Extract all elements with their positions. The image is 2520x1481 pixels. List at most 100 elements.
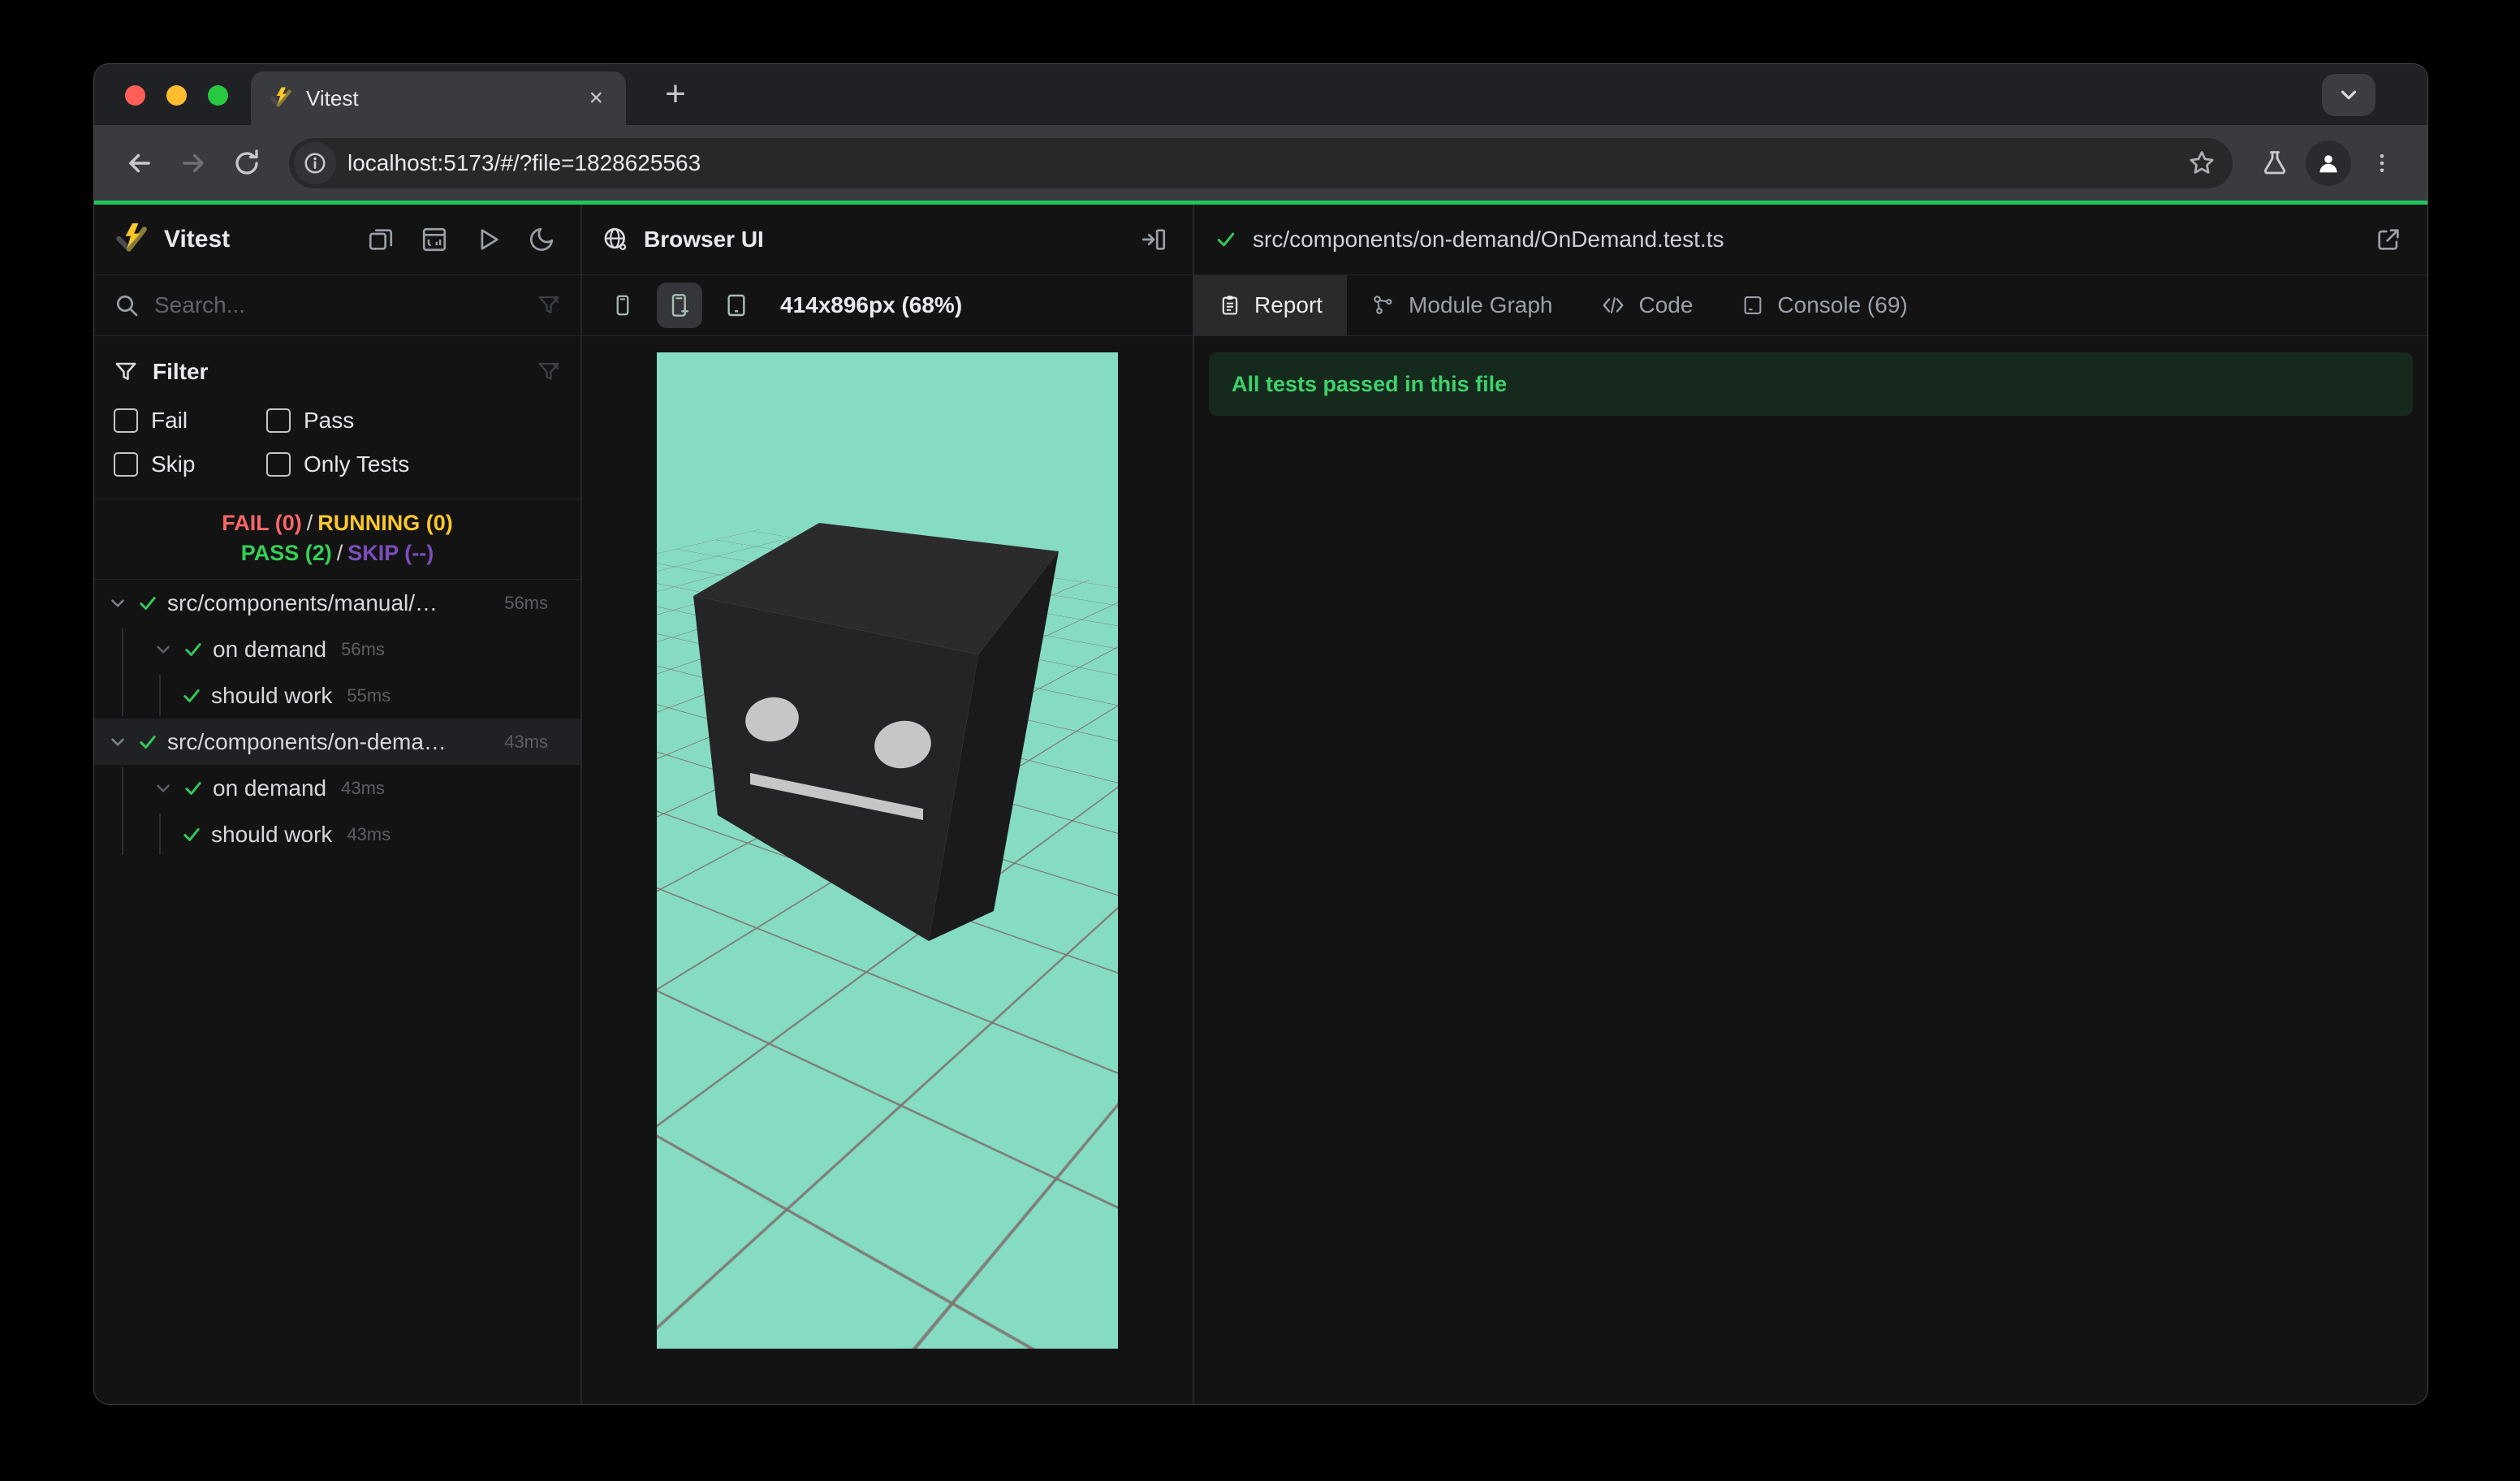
browser-ui-panel: Browser UI 414x896px (68%) (582, 205, 1194, 1404)
pass-check-icon (140, 735, 156, 749)
chevron-down-icon[interactable] (153, 639, 174, 660)
tab-strip: Vitest × + (94, 64, 2427, 125)
funnel-icon (114, 360, 138, 384)
window-controls (125, 85, 228, 106)
checkbox[interactable] (266, 408, 291, 433)
device-tablet-button[interactable] (714, 283, 759, 328)
device-phone-plus-button[interactable] (657, 283, 702, 328)
panel-title: Browser UI (644, 227, 764, 252)
skip-count: SKIP (--) (347, 541, 434, 565)
filter-checkbox-fail[interactable]: Fail (114, 408, 266, 434)
dark-mode-moon-icon[interactable] (522, 220, 561, 259)
checkbox[interactable] (114, 408, 138, 433)
test-viewport-iframe[interactable] (657, 352, 1118, 1349)
chevron-down-icon[interactable] (107, 593, 128, 614)
expand-panel-icon[interactable] (1134, 220, 1173, 259)
search-input[interactable]: Search... (154, 292, 522, 318)
pass-check-icon (185, 642, 201, 656)
chevron-down-icon[interactable] (107, 732, 128, 753)
browser-ui-header: Browser UI (582, 205, 1193, 275)
bookmark-star-icon[interactable] (2179, 140, 2224, 186)
pass-check-icon (140, 596, 156, 610)
vitest-favicon (269, 86, 293, 110)
tab-close-icon[interactable]: × (584, 84, 608, 112)
minimize-window-button[interactable] (166, 85, 187, 106)
pass-check-icon (1217, 232, 1235, 247)
back-button[interactable] (117, 140, 162, 186)
url-bar[interactable]: localhost:5173/#/?file=1828625563 (289, 137, 2233, 188)
vitest-logo-icon (114, 222, 149, 257)
close-window-button[interactable] (125, 85, 145, 106)
dock-panel-icon[interactable] (361, 220, 400, 259)
chevron-down-icon[interactable] (153, 778, 174, 799)
test-summary: FAIL (0) / RUNNING (0) PASS (2) / SKIP (--) (94, 499, 580, 580)
tab-title: Vitest (306, 85, 359, 110)
report-content: All tests passed in this file (1194, 336, 2427, 432)
tree-row-file-selected[interactable]: src/components/on-dema… 43ms (94, 719, 580, 765)
checkbox[interactable] (266, 452, 291, 477)
report-tabs: Report Module Graph Code Console (69) (1194, 275, 2427, 336)
pass-check-icon (183, 827, 200, 841)
tab-code[interactable]: Code (1577, 275, 1717, 335)
module-graph-icon (1374, 296, 1392, 314)
profile-avatar[interactable] (2306, 140, 2351, 186)
experiments-flask-icon[interactable] (2252, 140, 2298, 186)
report-panel: src/components/on-demand/OnDemand.test.t… (1194, 205, 2427, 1404)
clipboard-icon (1222, 296, 1238, 315)
preview-area (582, 336, 1193, 1404)
browser-window: Vitest × + localhost:5173/#/?file=182862… (94, 64, 2427, 1404)
desktop-background: Vitest × + localhost:5173/#/?file=182862… (0, 0, 2520, 1481)
tree-row-suite[interactable]: on demand 43ms (94, 765, 580, 811)
indent-guide (159, 814, 161, 855)
forward-button[interactable] (170, 140, 216, 186)
clear-filter-icon[interactable] (537, 360, 561, 384)
device-phone-small-button[interactable] (600, 283, 645, 328)
device-toolbar: 414x896px (68%) (582, 275, 1193, 336)
tree-row-test[interactable]: should work 55ms (94, 672, 580, 719)
tab-report[interactable]: Report (1194, 275, 1348, 335)
run-all-icon[interactable] (468, 220, 507, 259)
url-text[interactable]: localhost:5173/#/?file=1828625563 (347, 150, 2168, 176)
robot-head-3d (693, 523, 1059, 941)
tab-console[interactable]: Console (69) (1717, 275, 1931, 335)
filter-checkbox-pass[interactable]: Pass (266, 408, 561, 434)
code-icon (1603, 297, 1624, 313)
tab-module-graph[interactable]: Module Graph (1347, 275, 1577, 335)
pass-count: PASS (2) (240, 541, 332, 565)
vitest-ui: Vitest Search... Filter Fail Pass Skip O… (94, 205, 2427, 1404)
indent-guide (122, 767, 123, 855)
open-external-icon[interactable] (2369, 220, 2408, 259)
indent-guide (159, 675, 161, 716)
browser-tab[interactable]: Vitest × (251, 71, 626, 125)
zoom-window-button[interactable] (208, 85, 228, 106)
chevron-down-icon (2341, 90, 2357, 100)
filter-title: Filter (153, 359, 209, 384)
clear-filter-icon[interactable] (537, 293, 561, 317)
test-tree: src/components/manual/… 56ms on demand 5… (94, 580, 580, 1404)
tree-row-file[interactable]: src/components/manual/… 56ms (94, 580, 580, 626)
dashboard-icon[interactable] (415, 220, 454, 259)
pass-check-icon (185, 781, 201, 795)
tree-row-suite[interactable]: on demand 56ms (94, 626, 580, 672)
test-file-path: src/components/on-demand/OnDemand.test.t… (1253, 227, 1724, 252)
report-header: src/components/on-demand/OnDemand.test.t… (1194, 205, 2427, 275)
viewport-size-label: 414x896px (68%) (780, 292, 963, 317)
menu-kebab-icon[interactable] (2359, 140, 2405, 186)
new-tab-button[interactable]: + (654, 73, 697, 115)
search-bar[interactable]: Search... (94, 275, 580, 336)
filter-checkbox-only-tests[interactable]: Only Tests (266, 451, 561, 477)
running-count: RUNNING (0) (317, 511, 453, 535)
site-info-icon[interactable] (294, 141, 336, 184)
console-icon (1745, 296, 1762, 314)
browser-toolbar: localhost:5173/#/?file=1828625563 (94, 125, 2427, 201)
tab-search-button[interactable] (2322, 74, 2375, 116)
search-icon (114, 292, 140, 318)
all-tests-passed-banner: All tests passed in this file (1209, 352, 2413, 416)
checkbox[interactable] (114, 452, 138, 477)
reload-button[interactable] (224, 140, 270, 186)
sidebar-header: Vitest (94, 205, 580, 275)
filter-checkbox-skip[interactable]: Skip (114, 451, 266, 477)
globe-icon (602, 226, 629, 253)
app-title: Vitest (164, 226, 231, 253)
tree-row-test[interactable]: should work 43ms (94, 811, 580, 857)
